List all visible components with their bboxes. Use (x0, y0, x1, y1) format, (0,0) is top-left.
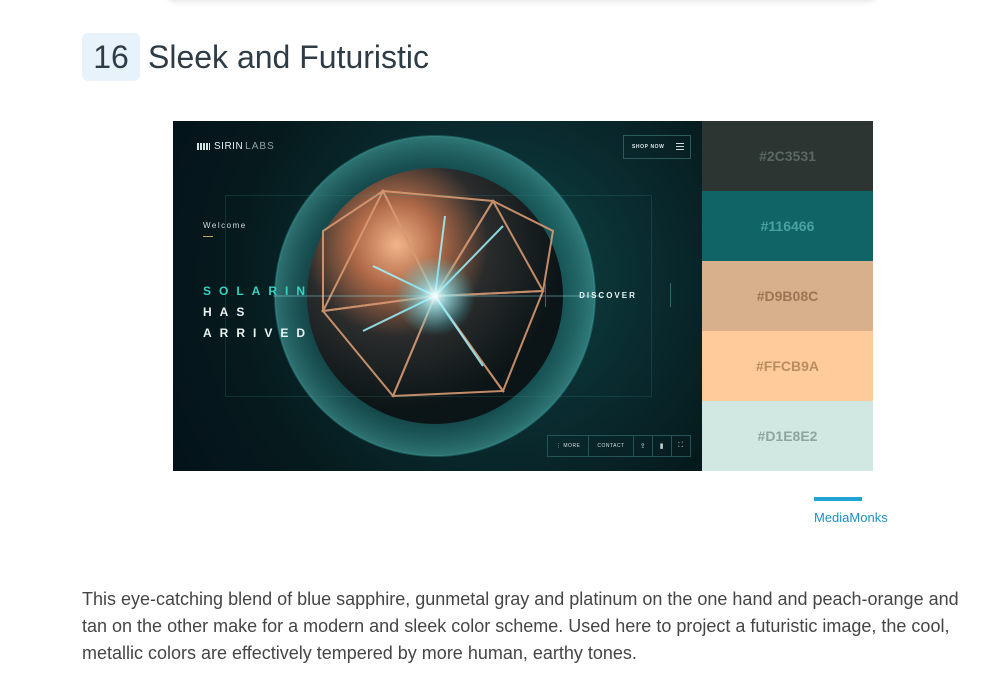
more-link[interactable]: ⋮ MORE (548, 436, 590, 456)
hamburger-menu-icon[interactable] (676, 143, 684, 150)
section-title: Sleek and Futuristic (148, 38, 430, 75)
logo-mark-icon (197, 143, 210, 150)
fullscreen-icon[interactable]: ⛶ (672, 436, 690, 456)
image-credit-link[interactable]: MediaMonks (814, 510, 888, 525)
share-icon[interactable]: ⇪ (634, 436, 653, 456)
headline-accent: SOLARIN (203, 284, 313, 298)
swatch-1: #2C3531 (702, 121, 873, 191)
website-screenshot: SIRIN LABS SHOP NOW Welcome SOLARIN HAS … (173, 121, 702, 471)
sirin-labs-logo[interactable]: SIRIN LABS (197, 141, 275, 152)
welcome-text: Welcome (203, 221, 247, 230)
swatch-2: #116466 (702, 191, 873, 261)
headline-line-2: HAS (203, 305, 253, 319)
swatch-5: #D1E8E2 (702, 401, 873, 471)
section-heading: 16 Sleek and Futuristic (82, 32, 429, 82)
color-palette: #2C3531 #116466 #D9B08C #FFCB9A #D1E8E2 (702, 121, 873, 471)
color-scheme-figure: SIRIN LABS SHOP NOW Welcome SOLARIN HAS … (173, 121, 873, 471)
shop-now-button[interactable]: SHOP NOW (623, 135, 691, 159)
welcome-underline (203, 236, 213, 237)
logo-brand: SIRIN (214, 141, 244, 152)
headline-line-3: ARRIVED (203, 326, 314, 340)
shop-now-label: SHOP NOW (632, 144, 665, 150)
swatch-4: #FFCB9A (702, 331, 873, 401)
hero-headline: SOLARIN HAS ARRIVED (203, 281, 313, 344)
logo-sub: LABS (245, 141, 275, 152)
swatch-3: #D9B08C (702, 261, 873, 331)
section-number-badge: 16 (82, 33, 140, 81)
caption-accent-bar (814, 497, 862, 501)
sound-icon[interactable]: ▮ (653, 436, 672, 456)
contact-link[interactable]: CONTACT (589, 436, 634, 456)
hero-bottom-bar: ⋮ MORE CONTACT ⇪ ▮ ⛶ (547, 435, 691, 457)
description-paragraph: This eye-catching blend of blue sapphire… (82, 589, 959, 663)
discover-button[interactable]: DISCOVER (545, 283, 671, 307)
